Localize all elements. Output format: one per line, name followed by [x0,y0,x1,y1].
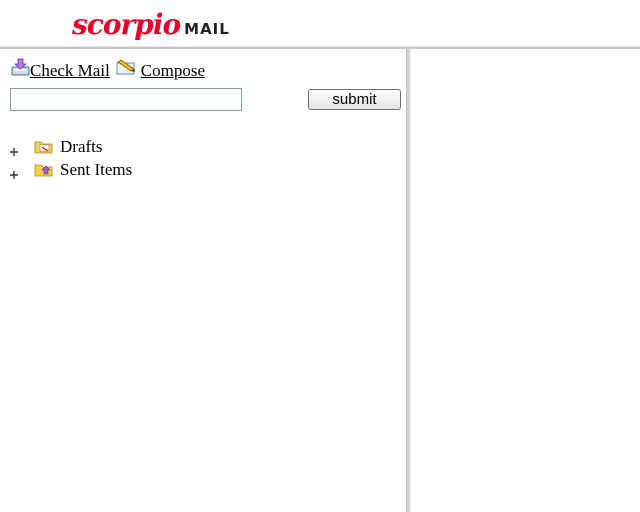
compose-pencil-icon [115,58,137,81]
folder-item-drafts[interactable]: Drafts [10,135,390,158]
mail-toolbar: Check Mail Compose [11,58,205,81]
submit-button[interactable]: submit [308,89,401,110]
folder-tree: Drafts Sent Items [10,135,390,181]
content-pane [411,49,640,512]
search-input[interactable] [10,88,242,111]
folder-item-sent-items[interactable]: Sent Items [10,158,390,181]
logo-mail-text: MAIL [184,20,230,38]
app-header: scorpio MAIL [0,0,640,46]
compose-link[interactable]: Compose [115,58,205,81]
folder-label-sent-items: Sent Items [60,159,133,179]
check-mail-link[interactable]: Check Mail [11,58,110,81]
scorpio-mail-logo: scorpio MAIL [72,8,230,41]
folder-label-drafts: Drafts [60,136,103,156]
sent-items-folder-icon [34,162,54,178]
search-row: submit [10,88,402,112]
folder-pane: Check Mail Compose submit Drafts Sent It… [0,49,406,512]
check-mail-icon [11,58,30,81]
compose-label: Compose [140,61,206,80]
drafts-folder-icon [34,139,54,155]
expand-plus-icon[interactable] [10,166,18,179]
logo-script-text: scorpio [72,8,181,41]
check-mail-label: Check Mail [30,61,110,80]
expand-plus-icon[interactable] [10,143,18,156]
